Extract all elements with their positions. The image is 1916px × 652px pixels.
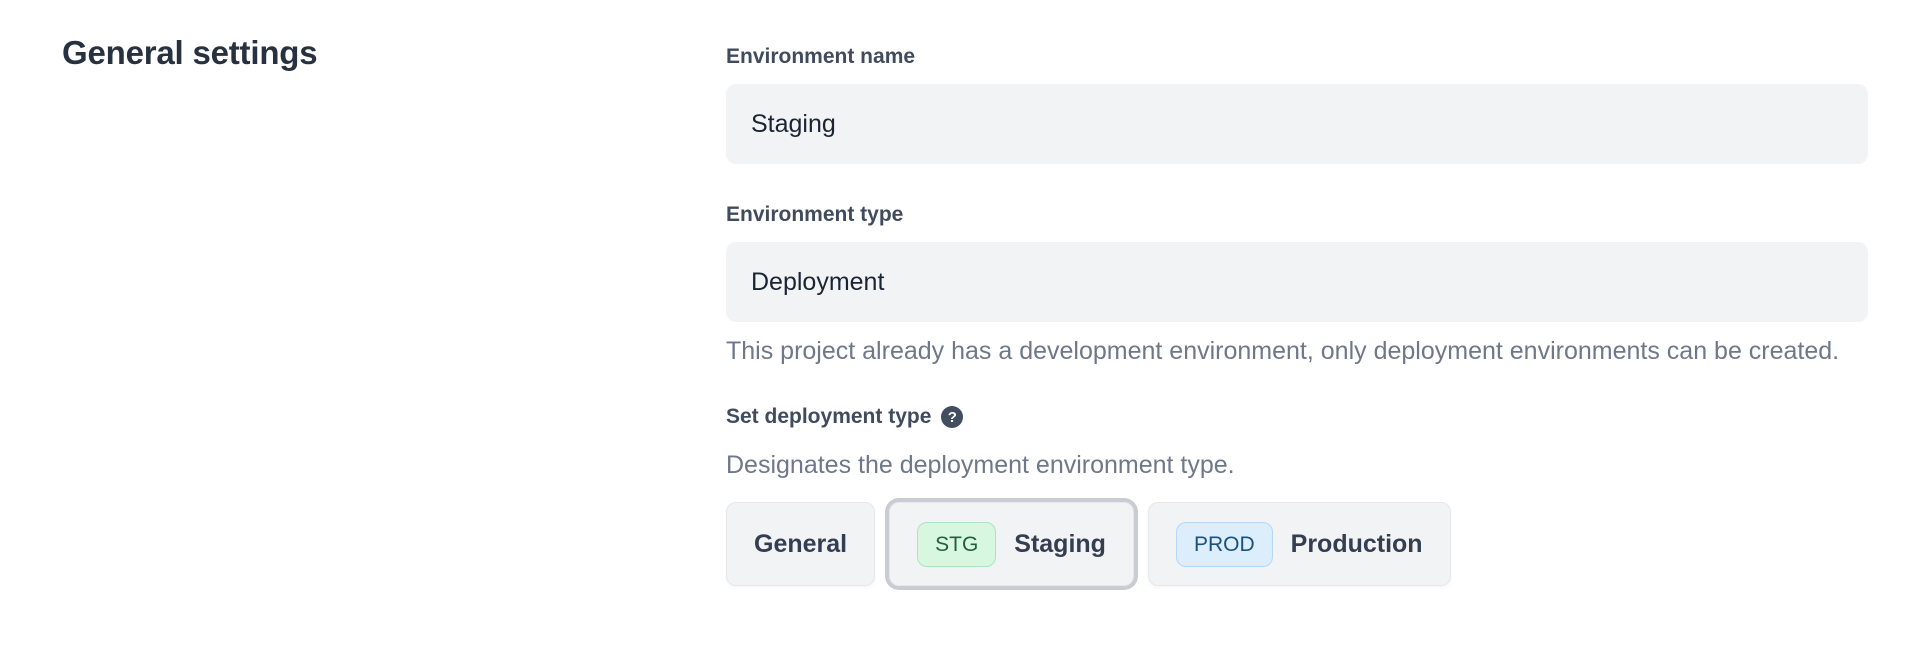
deployment-type-description: Designates the deployment environment ty… [726,446,1868,484]
environment-type-help-text: This project already has a development e… [726,332,1868,370]
environment-name-group: Environment name [726,44,1868,164]
environment-settings-form: Environment name Environment type This p… [726,0,1868,594]
option-staging-label: Staging [1014,530,1106,559]
general-settings-page: General settings Environment name Enviro… [0,0,1916,594]
deployment-type-option-staging[interactable]: STG Staging [889,502,1134,586]
production-badge: PROD [1176,522,1273,567]
deployment-type-label: Set deployment type [726,404,931,430]
environment-type-group: Environment type This project already ha… [726,202,1868,370]
page-title: General settings [62,30,686,76]
question-mark-icon[interactable]: ? [941,406,963,428]
staging-badge: STG [917,522,996,567]
environment-type-label: Environment type [726,202,1868,228]
environment-name-label: Environment name [726,44,1868,70]
deployment-type-option-general[interactable]: General [726,502,875,586]
deployment-type-option-production[interactable]: PROD Production [1148,502,1451,586]
deployment-type-options: General STG Staging PROD Production [726,496,1868,594]
environment-name-input[interactable] [726,84,1868,164]
option-production-label: Production [1291,530,1423,559]
environment-type-input[interactable] [726,242,1868,322]
deployment-type-group: Set deployment type ? Designates the dep… [726,404,1868,594]
option-general-label: General [754,530,847,559]
deployment-type-label-row: Set deployment type ? [726,404,1868,430]
settings-heading-column: General settings [0,0,726,594]
